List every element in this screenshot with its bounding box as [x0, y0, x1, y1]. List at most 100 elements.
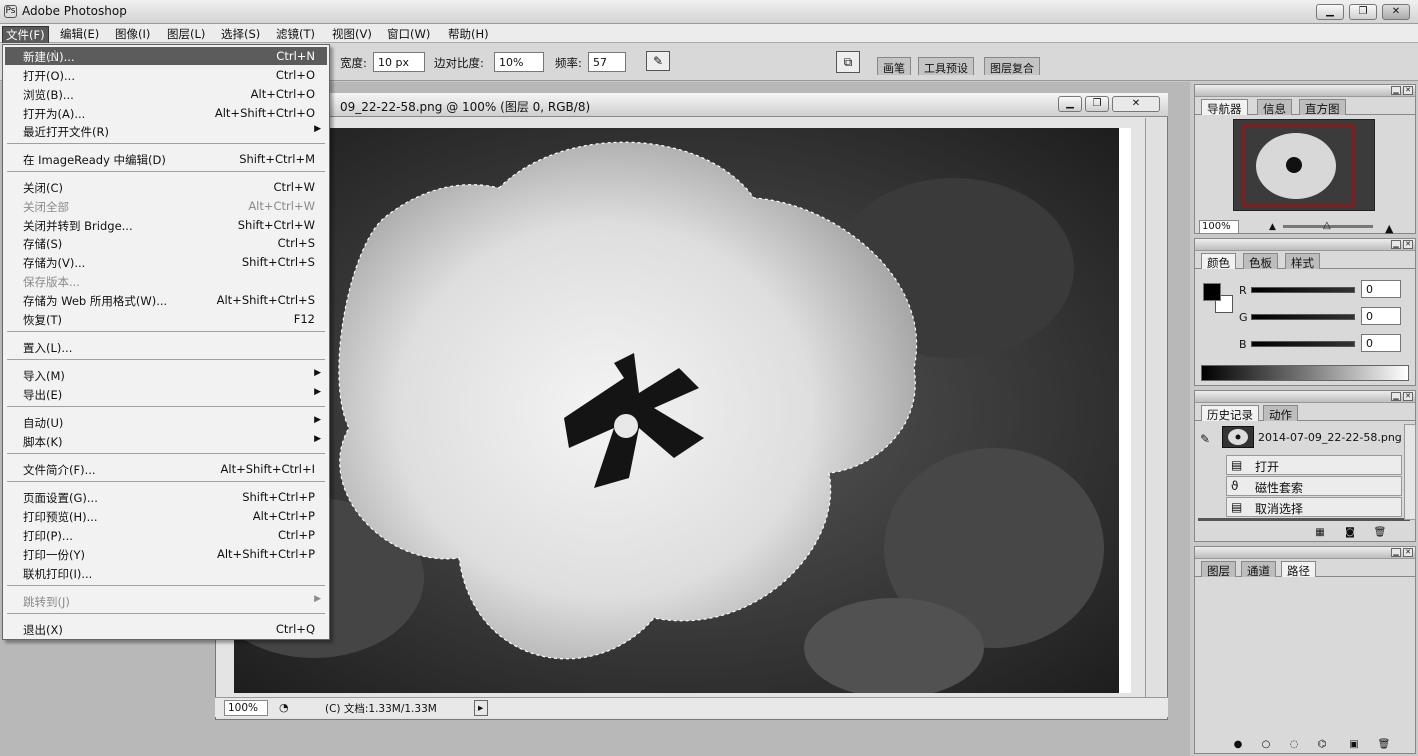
- navigator-zoom-field[interactable]: 100%: [1199, 220, 1239, 234]
- width-input[interactable]: 10 px: [373, 52, 425, 72]
- vertical-scrollbar[interactable]: [1145, 118, 1165, 698]
- new-document-icon[interactable]: ▦: [1312, 527, 1328, 539]
- menu-item-open-as[interactable]: 打开为(A)... Alt+Shift+Ctrl+O: [5, 104, 327, 122]
- menu-item-imageready[interactable]: 在 ImageReady 中编辑(D) Shift+Ctrl+M: [5, 150, 327, 168]
- pen-pressure-icon[interactable]: ✎: [646, 51, 670, 71]
- menu-item-print-one[interactable]: 打印一份(Y) Alt+Shift+Ctrl+P: [5, 545, 327, 563]
- menu-filter[interactable]: 滤镜(T): [273, 26, 318, 42]
- load-selection-icon[interactable]: ◌: [1286, 739, 1302, 751]
- r-value[interactable]: 0: [1361, 280, 1401, 298]
- make-work-path-icon[interactable]: ⌬: [1314, 739, 1330, 751]
- trash-icon[interactable]: 🗑: [1372, 527, 1388, 539]
- panel-minimize-icon[interactable]: ▁: [1391, 240, 1401, 249]
- tab-brushes[interactable]: 画笔: [877, 57, 911, 75]
- snapshot-thumbnail[interactable]: [1222, 426, 1254, 448]
- menu-item-save[interactable]: 存储(S) Ctrl+S: [5, 234, 327, 252]
- photoshop-icon: Ps: [4, 5, 17, 18]
- tab-history[interactable]: 历史记录: [1201, 405, 1259, 422]
- panel-minimize-icon[interactable]: ▁: [1391, 86, 1401, 95]
- menu-item-page-setup[interactable]: 页面设置(G)... Shift+Ctrl+P: [5, 488, 327, 506]
- zoom-slider-thumb[interactable]: △: [1323, 220, 1331, 231]
- contrast-input[interactable]: 10%: [494, 52, 544, 72]
- frequency-input[interactable]: 57: [588, 52, 626, 72]
- tab-actions[interactable]: 动作: [1263, 405, 1298, 422]
- menu-item-close-bridge[interactable]: 关闭并转到 Bridge... Shift+Ctrl+W: [5, 216, 327, 234]
- menu-item-import[interactable]: 导入(M) ▶: [5, 366, 327, 384]
- menu-window[interactable]: 窗口(W): [384, 26, 433, 42]
- history-step[interactable]: ▤ 取消选择: [1226, 497, 1402, 517]
- zoom-field[interactable]: 100%: [224, 700, 268, 716]
- tab-navigator[interactable]: 导航器: [1201, 99, 1248, 116]
- tab-channels[interactable]: 通道: [1241, 561, 1276, 578]
- b-value[interactable]: 0: [1361, 334, 1401, 352]
- tab-layer-comps[interactable]: 图层复合: [984, 57, 1040, 75]
- tab-info[interactable]: 信息: [1257, 99, 1292, 116]
- history-brush-icon[interactable]: ✎: [1200, 432, 1210, 446]
- fill-path-icon[interactable]: ●: [1230, 739, 1246, 751]
- panel-close-icon[interactable]: ✕: [1403, 392, 1413, 401]
- new-path-icon[interactable]: ▣: [1346, 739, 1362, 751]
- zoom-out-icon[interactable]: ▲: [1269, 222, 1276, 232]
- snapshot-name[interactable]: 2014-07-09_22-22-58.png: [1258, 431, 1402, 444]
- foreground-color-swatch[interactable]: [1203, 283, 1221, 301]
- menu-item-recent[interactable]: 最近打开文件(R) ▶: [5, 122, 327, 140]
- restore-button[interactable]: ❐: [1349, 4, 1377, 20]
- history-scrollbar[interactable]: [1404, 424, 1416, 520]
- b-slider[interactable]: [1251, 341, 1355, 347]
- zoom-in-icon[interactable]: ▲: [1385, 222, 1393, 235]
- menu-item-automate[interactable]: 自动(U) ▶: [5, 413, 327, 431]
- tab-styles[interactable]: 样式: [1285, 253, 1320, 270]
- image-canvas[interactable]: [234, 128, 1119, 693]
- history-step[interactable]: ϑ 磁性套索: [1226, 476, 1402, 496]
- doc-minimize-button[interactable]: ▁: [1058, 96, 1082, 112]
- menu-image[interactable]: 图像(I): [112, 26, 153, 42]
- menu-item-exit[interactable]: 退出(X) Ctrl+Q: [5, 620, 327, 638]
- menu-layer[interactable]: 图层(L): [164, 26, 208, 42]
- menu-item-scripts[interactable]: 脚本(K) ▶: [5, 432, 327, 450]
- tab-tool-presets[interactable]: 工具预设: [918, 57, 974, 75]
- history-step[interactable]: ▤ 打开: [1226, 455, 1402, 475]
- panel-minimize-icon[interactable]: ▁: [1391, 392, 1401, 401]
- tab-paths[interactable]: 路径: [1281, 561, 1316, 578]
- menu-item-file-info[interactable]: 文件简介(F)... Alt+Shift+Ctrl+I: [5, 460, 327, 478]
- minimize-button[interactable]: ▁: [1316, 4, 1344, 20]
- new-snapshot-icon[interactable]: ◙: [1342, 527, 1358, 539]
- menu-help[interactable]: 帮助(H): [445, 26, 492, 42]
- palette-well-icon[interactable]: ⧉: [836, 51, 860, 73]
- menu-item-browse[interactable]: 浏览(B)... Alt+Ctrl+O: [5, 85, 327, 103]
- menu-item-revert[interactable]: 恢复(T) F12: [5, 310, 327, 328]
- menu-item-print-preview[interactable]: 打印预览(H)... Alt+Ctrl+P: [5, 507, 327, 525]
- stroke-path-icon[interactable]: ○: [1258, 739, 1274, 751]
- doc-close-button[interactable]: ✕: [1112, 96, 1160, 112]
- panel-close-icon[interactable]: ✕: [1403, 240, 1413, 249]
- tab-histogram[interactable]: 直方图: [1299, 99, 1346, 116]
- menu-view[interactable]: 视图(V): [329, 26, 375, 42]
- color-ramp[interactable]: [1201, 365, 1409, 381]
- close-button[interactable]: ✕: [1382, 4, 1410, 20]
- menu-edit[interactable]: 编辑(E): [57, 26, 102, 42]
- panel-minimize-icon[interactable]: ▁: [1391, 548, 1401, 557]
- doc-restore-button[interactable]: ❐: [1085, 96, 1109, 112]
- menu-select[interactable]: 选择(S): [218, 26, 263, 42]
- tab-layers[interactable]: 图层: [1201, 561, 1236, 578]
- menu-item-print[interactable]: 打印(P)... Ctrl+P: [5, 526, 327, 544]
- panel-close-icon[interactable]: ✕: [1403, 86, 1413, 95]
- tab-swatches[interactable]: 色板: [1243, 253, 1278, 270]
- menu-file[interactable]: 文件(F): [2, 26, 49, 44]
- panel-close-icon[interactable]: ✕: [1403, 548, 1413, 557]
- tab-color[interactable]: 颜色: [1201, 253, 1236, 270]
- menu-item-open[interactable]: 打开(O)... Ctrl+O: [5, 66, 327, 84]
- g-value[interactable]: 0: [1361, 307, 1401, 325]
- menu-item-export[interactable]: 导出(E) ▶: [5, 385, 327, 403]
- menu-item-print-online[interactable]: 联机打印(I)...: [5, 564, 327, 582]
- menu-item-close[interactable]: 关闭(C) Ctrl+W: [5, 178, 327, 196]
- menu-item-save-web[interactable]: 存储为 Web 所用格式(W)... Alt+Shift+Ctrl+S: [5, 291, 327, 309]
- delete-path-icon[interactable]: 🗑: [1376, 739, 1392, 751]
- r-slider[interactable]: [1251, 287, 1355, 293]
- menu-item-save-as[interactable]: 存储为(V)... Shift+Ctrl+S: [5, 253, 327, 271]
- navigator-thumbnail[interactable]: [1233, 119, 1375, 211]
- status-options-icon[interactable]: ◔: [276, 700, 294, 716]
- status-arrow-icon[interactable]: ▸: [474, 700, 488, 716]
- g-slider[interactable]: [1251, 314, 1355, 320]
- menu-item-place[interactable]: 置入(L)...: [5, 338, 327, 356]
